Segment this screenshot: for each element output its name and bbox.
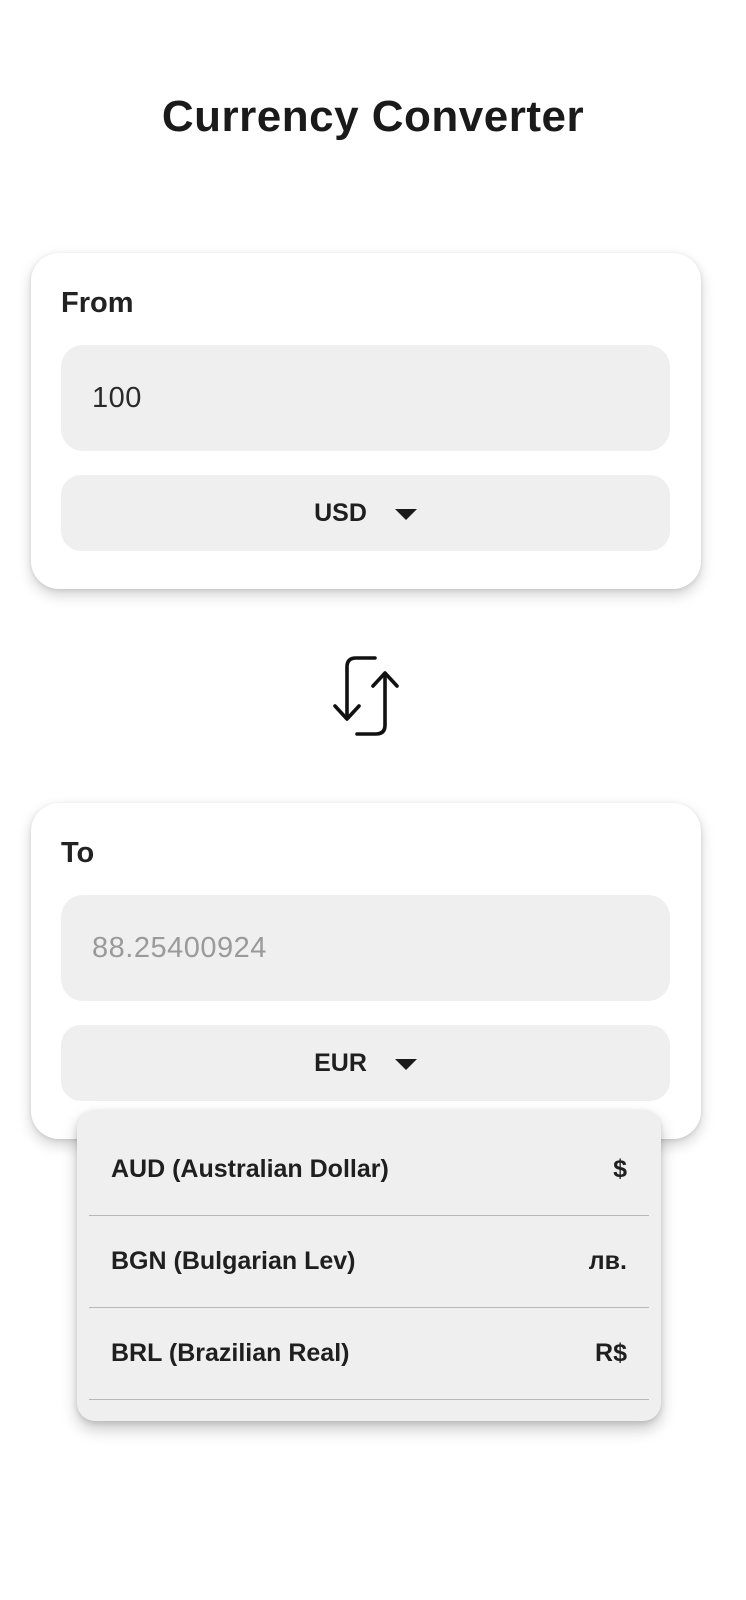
from-card: From 100 USD [31,253,701,589]
dropdown-option-aud[interactable]: AUD (Australian Dollar) $ [89,1124,649,1216]
from-currency-code: USD [314,498,367,527]
to-amount-output: 88.25400924 [61,895,670,1001]
chevron-down-icon [394,1059,417,1070]
dropdown-option-bgn[interactable]: BGN (Bulgarian Lev) лв. [89,1216,649,1308]
to-amount-value: 88.25400924 [92,931,267,964]
page-title: Currency Converter [161,92,585,141]
from-currency-select[interactable]: USD [61,475,670,551]
to-currency-select[interactable]: EUR [61,1025,670,1101]
option-symbol: R$ [595,1339,627,1367]
swap-vertical-arrows-icon [333,656,399,736]
dropdown-option-brl[interactable]: BRL (Brazilian Real) R$ [89,1308,649,1400]
to-currency-code: EUR [314,1048,367,1077]
option-label: BRL (Brazilian Real) [111,1339,350,1367]
currency-dropdown-menu: AUD (Australian Dollar) $ BGN (Bulgarian… [77,1110,661,1421]
swap-button[interactable] [323,652,409,740]
from-amount-input[interactable]: 100 [61,345,670,451]
from-label: From [61,287,134,319]
from-amount-value: 100 [92,381,142,414]
to-label: To [61,837,95,869]
option-label: AUD (Australian Dollar) [111,1155,389,1183]
to-card: To 88.25400924 EUR [31,803,701,1139]
chevron-down-icon [394,509,417,520]
option-symbol: лв. [588,1247,627,1275]
option-label: BGN (Bulgarian Lev) [111,1247,356,1275]
option-symbol: $ [613,1155,627,1183]
